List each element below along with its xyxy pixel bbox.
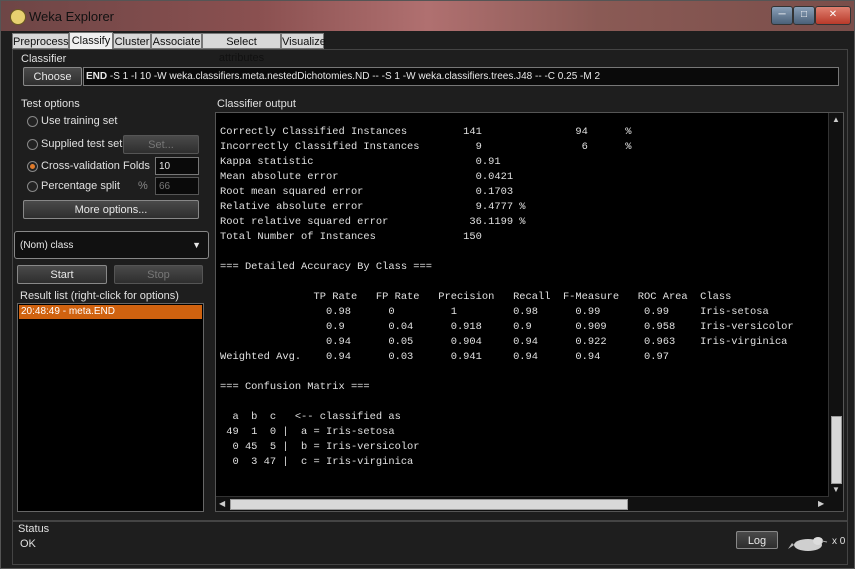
output-line: 0.94 0.05 0.904 0.94 0.922 0.963 Iris-vi… — [220, 336, 788, 348]
output-line: Relative absolute error 9.4777 % — [220, 201, 526, 213]
output-line: Incorrectly Classified Instances 9 6 % — [220, 141, 632, 153]
log-button[interactable]: Log — [736, 531, 778, 549]
horizontal-scroll-thumb[interactable] — [230, 499, 628, 510]
weka-bird-status-icon — [788, 537, 828, 551]
classifier-name: END — [86, 71, 108, 82]
output-line: 0.9 0.04 0.918 0.9 0.909 0.958 Iris-vers… — [220, 321, 794, 333]
output-line: 0 3 47 | c = Iris-virginica — [220, 456, 414, 468]
status-text: OK — [20, 538, 36, 550]
tab-preprocess[interactable]: Preprocess — [12, 33, 69, 49]
output-line: Mean absolute error 0.0421 — [220, 171, 514, 183]
scroll-up-icon[interactable]: ▲ — [832, 115, 840, 124]
vertical-scrollbar[interactable]: ▲ ▼ — [828, 113, 843, 511]
folds-input[interactable]: 10 — [155, 157, 199, 175]
scroll-left-icon[interactable]: ◀ — [219, 499, 225, 508]
output-line: a b c <-- classified as — [220, 411, 401, 423]
output-line: Root relative squared error 36.1199 % — [220, 216, 526, 228]
output-line: 0 45 5 | b = Iris-versicolor — [220, 441, 420, 453]
percentage-split-radio[interactable] — [27, 181, 38, 192]
use-training-set-radio[interactable] — [27, 116, 38, 127]
use-training-set-label: Use training set — [41, 115, 118, 127]
class-select-value: (Nom) class — [20, 240, 74, 251]
status-label: Status — [18, 523, 50, 535]
chevron-down-icon: ▼ — [192, 240, 201, 250]
percent-label: % — [138, 180, 148, 192]
classifier-options: -S 1 -I 10 -W weka.classifiers.meta.nest… — [109, 71, 601, 82]
supplied-test-set-label: Supplied test set — [41, 138, 123, 150]
minimize-button[interactable]: ─ — [771, 6, 793, 25]
output-line: === Detailed Accuracy By Class === — [220, 261, 433, 273]
output-line: 0.98 0 1 0.98 0.99 0.99 Iris-setosa — [220, 306, 769, 318]
scroll-right-icon[interactable]: ▶ — [818, 499, 824, 508]
restore-button[interactable]: □ — [793, 6, 815, 25]
output-line: 49 1 0 | a = Iris-setosa — [220, 426, 395, 438]
supplied-test-set-radio[interactable] — [27, 139, 38, 150]
tab-classify[interactable]: Classify — [69, 32, 113, 50]
tab-visualize[interactable]: Visualize — [281, 33, 326, 49]
classifier-section-label: Classifier — [21, 53, 67, 65]
window-title: Weka Explorer — [29, 9, 115, 24]
test-options-label: Test options — [21, 98, 80, 110]
class-attribute-select[interactable]: (Nom) class ▼ — [14, 231, 209, 259]
classifier-output-area[interactable]: Correctly Classified Instances 141 94 % … — [215, 112, 844, 512]
output-line: Total Number of Instances 150 — [220, 231, 482, 243]
task-count: x 0 — [832, 536, 846, 547]
more-options-button[interactable]: More options... — [23, 200, 199, 219]
scroll-down-icon[interactable]: ▼ — [832, 485, 840, 494]
output-line: Kappa statistic 0.91 — [220, 156, 501, 168]
set-test-set-button[interactable]: Set... — [123, 135, 199, 154]
weka-explorer-window: Weka Explorer ─ □ ✕ Preprocess Classify … — [0, 0, 855, 569]
horizontal-scrollbar[interactable]: ◀ ▶ — [216, 496, 829, 511]
weka-bird-icon — [10, 9, 26, 25]
result-list[interactable]: 20:48:49 - meta.END — [17, 303, 204, 512]
cross-validation-radio[interactable] — [27, 161, 38, 172]
output-line: === Confusion Matrix === — [220, 381, 370, 393]
tab-select-attributes[interactable]: Select attributes — [202, 33, 281, 64]
classifier-output-label: Classifier output — [217, 98, 296, 110]
choose-button[interactable]: Choose — [23, 67, 82, 86]
folds-label: Folds — [123, 160, 150, 172]
result-list-item[interactable]: 20:48:49 - meta.END — [19, 305, 202, 319]
start-button[interactable]: Start — [17, 265, 107, 284]
percentage-split-label: Percentage split — [41, 180, 120, 192]
tab-cluster[interactable]: Cluster — [113, 33, 151, 49]
classifier-config-field[interactable]: END -S 1 -I 10 -W weka.classifiers.meta.… — [83, 67, 839, 86]
status-bar — [12, 521, 848, 565]
output-line: Weighted Avg. 0.94 0.03 0.941 0.94 0.94 … — [220, 351, 669, 363]
percentage-input[interactable]: 66 — [155, 177, 199, 195]
tab-associate[interactable]: Associate — [151, 33, 202, 49]
close-button[interactable]: ✕ — [815, 6, 851, 25]
stop-button[interactable]: Stop — [114, 265, 203, 284]
cross-validation-label: Cross-validation — [41, 160, 120, 172]
title-bar: Weka Explorer ─ □ ✕ — [1, 1, 854, 31]
vertical-scroll-thumb[interactable] — [831, 416, 842, 484]
output-line: TP Rate FP Rate Precision Recall F-Measu… — [220, 291, 732, 303]
output-line: Root mean squared error 0.1703 — [220, 186, 514, 198]
output-line: Correctly Classified Instances 141 94 % — [220, 126, 632, 138]
result-list-label: Result list (right-click for options) — [20, 290, 179, 302]
classifier-output-text: Correctly Classified Instances 141 94 % … — [220, 125, 794, 470]
